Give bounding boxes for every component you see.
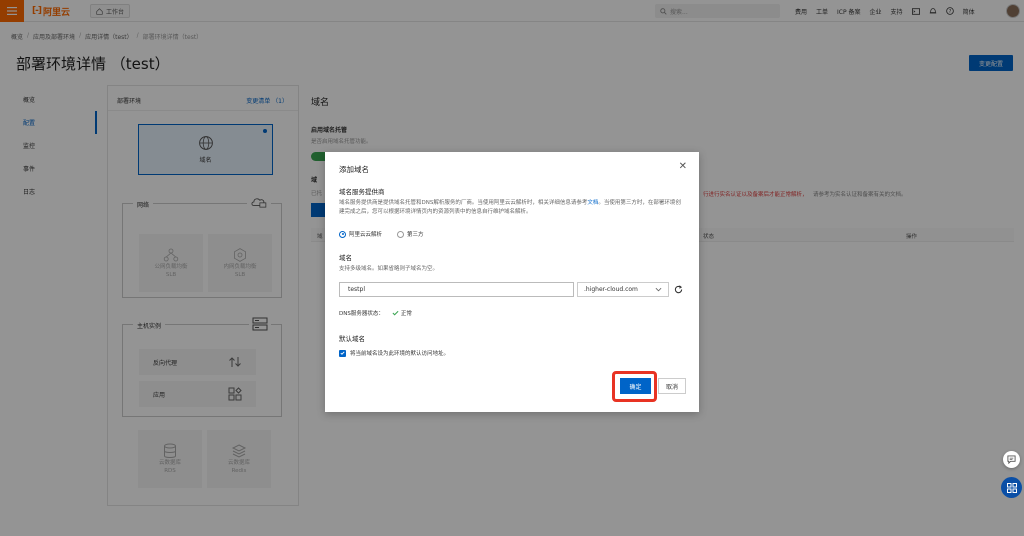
- default-domain-label: 将当前域名设为此环境的默认访问地址。: [350, 351, 450, 357]
- domain-description: 支持多级域名。如果省略则子域名为空。: [339, 266, 439, 272]
- checkbox-checked-icon: [339, 349, 346, 357]
- subdomain-input[interactable]: testpl: [339, 282, 574, 297]
- provider-description: 域名服务提供商是提供域名托管和DNS解析服务的厂商。当使用阿里云云解析时，相关详…: [339, 199, 684, 217]
- cancel-button[interactable]: 取消: [658, 378, 686, 394]
- dns-status-label: DNS服务器状态：: [339, 311, 384, 317]
- feedback-button[interactable]: [1003, 451, 1020, 468]
- default-domain-heading: 默认域名: [339, 335, 365, 343]
- close-icon[interactable]: ✕: [679, 162, 687, 172]
- radio-third-party[interactable]: 第三方: [397, 230, 424, 238]
- radio-aliyun-dns[interactable]: 阿里云云解析: [339, 230, 382, 238]
- check-icon: [392, 310, 399, 316]
- dns-status-badge: 正常: [392, 309, 412, 317]
- grid-icon: [1006, 482, 1017, 493]
- radio-checked-icon: [339, 230, 346, 238]
- refresh-icon[interactable]: [673, 284, 683, 294]
- docs-link[interactable]: 文档: [587, 200, 598, 206]
- radio-third-label: 第三方: [407, 232, 424, 238]
- domain-suffix-select[interactable]: .higher-cloud.com: [577, 282, 669, 297]
- add-domain-dialog: 添加域名 ✕ 域名服务提供商 域名服务提供商是提供域名托管和DNS解析服务的厂商…: [325, 152, 699, 412]
- chat-icon: [1007, 455, 1016, 464]
- dns-status-value: 正常: [400, 311, 412, 317]
- radio-aliyun-label: 阿里云云解析: [349, 232, 383, 238]
- subdomain-value: testpl: [348, 286, 365, 293]
- domain-heading: 域名: [339, 254, 352, 262]
- dns-status-row: DNS服务器状态： 正常: [339, 309, 412, 317]
- provider-desc-text: 域名服务提供商是提供域名托管和DNS解析服务的厂商。当使用阿里云云解析时，相关详…: [339, 200, 588, 206]
- default-domain-checkbox[interactable]: 将当前域名设为此环境的默认访问地址。: [339, 349, 449, 357]
- quick-access-button[interactable]: [1001, 477, 1022, 498]
- chevron-down-icon: [655, 287, 662, 292]
- provider-heading: 域名服务提供商: [339, 188, 385, 196]
- domain-suffix-value: .higher-cloud.com: [584, 286, 638, 293]
- confirm-button[interactable]: 确定: [620, 378, 651, 394]
- radio-unchecked-icon: [397, 230, 404, 238]
- dialog-title: 添加域名: [339, 165, 369, 174]
